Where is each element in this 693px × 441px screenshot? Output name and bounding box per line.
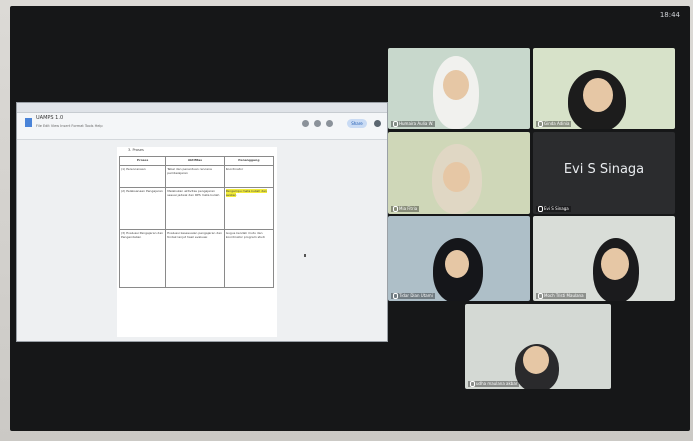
participant-tile[interactable]: Ginda Adinia (533, 48, 675, 129)
participant-name: Tidar Dian Utami (391, 293, 435, 299)
participant-tile[interactable]: Tidar Dian Utami (388, 216, 530, 301)
history-icon[interactable] (302, 120, 309, 127)
cursor-mark (304, 254, 306, 257)
doc-title[interactable]: UAMPS 1.0 (36, 115, 63, 121)
participant-face (445, 250, 469, 278)
participant-name: Ginda Adinia (536, 121, 572, 127)
mic-icon (538, 121, 543, 127)
mic-icon (393, 206, 398, 212)
participant-name: Humaira Aulia W. (391, 121, 436, 127)
highlighted-text: Pengampu mata kuliah dan asisten (225, 189, 267, 197)
docs-logo-icon (25, 118, 32, 127)
table-row: (3) Evaluasi Pengajaran dan Pengendalian… (118, 229, 275, 288)
participant-face (601, 248, 629, 280)
participant-face (443, 162, 470, 192)
participant-avatar-text: Evi S Sinaga (563, 162, 645, 177)
table-header: Penanggung (223, 156, 275, 166)
participant-tile[interactable]: Humaira Aulia W. (388, 48, 530, 129)
browser-tab-bar[interactable] (17, 103, 387, 113)
share-button[interactable]: Share (347, 119, 367, 128)
participant-name: Mia Fitria (391, 206, 420, 212)
participant-tile[interactable]: udha maulana akbar (465, 304, 611, 389)
table-cell: Gugus kendali mutu dan koordinator progr… (223, 229, 275, 288)
participant-name: Evi S Sinaga (536, 206, 571, 212)
process-table: Proses Aktifitas Penanggung (1) Perencan… (118, 156, 275, 288)
participant-name: udha maulana akbar (468, 381, 520, 387)
mic-icon (538, 206, 543, 212)
table-cell: Koordinator (223, 165, 275, 188)
table-cell: Pengampu mata kuliah dan asisten (223, 187, 275, 230)
table-header: Aktifitas (165, 156, 225, 166)
participant-name: Moch Tristi Maulana (536, 293, 586, 299)
doc-menu-bar[interactable]: File Edit View Insert Format Tools Help (36, 124, 103, 128)
table-cell: Evaluasi kesesuaian pengajaran dan tinda… (165, 229, 225, 288)
table-row: (2) Pelaksanaan Pengajaran Melakukan akt… (118, 187, 275, 230)
account-avatar-icon[interactable] (374, 120, 381, 127)
table-cell: (3) Evaluasi Pengajaran dan Pengendalian (118, 229, 167, 288)
table-cell: Melakukan aktivitas pengajaran sesuai ja… (165, 187, 225, 230)
table-cell: (1) Perencanaan (118, 165, 167, 188)
meet-icon[interactable] (326, 120, 333, 127)
participant-face (443, 70, 469, 100)
participant-face (583, 78, 613, 112)
participant-tile[interactable]: Moch Tristi Maulana (533, 216, 675, 301)
participant-tile[interactable]: Evi S Sinaga Evi S Sinaga (533, 132, 675, 214)
doc-toolbar: UAMPS 1.0 File Edit View Insert Format T… (17, 113, 387, 140)
table-row: (1) Perencanaan Tabel dan penentuan renc… (118, 165, 275, 188)
participant-face (523, 346, 549, 374)
table-cell: Tabel dan penentuan rencana pembelajaran (165, 165, 225, 188)
doc-section-heading: 3. Proses (128, 148, 144, 152)
table-cell: (2) Pelaksanaan Pengajaran (118, 187, 167, 230)
shared-screen-document[interactable]: UAMPS 1.0 File Edit View Insert Format T… (16, 102, 388, 342)
status-clock: 18:44 (659, 11, 680, 19)
comment-icon[interactable] (314, 120, 321, 127)
table-header: Proses (118, 156, 167, 166)
mic-icon (393, 293, 398, 299)
participant-tile[interactable]: Mia Fitria (388, 132, 530, 214)
mic-icon (538, 293, 543, 299)
mic-icon (470, 381, 475, 387)
mic-icon (393, 121, 398, 127)
monitor-screen: 18:44 UAMPS 1.0 File Edit View Insert Fo… (10, 6, 690, 431)
